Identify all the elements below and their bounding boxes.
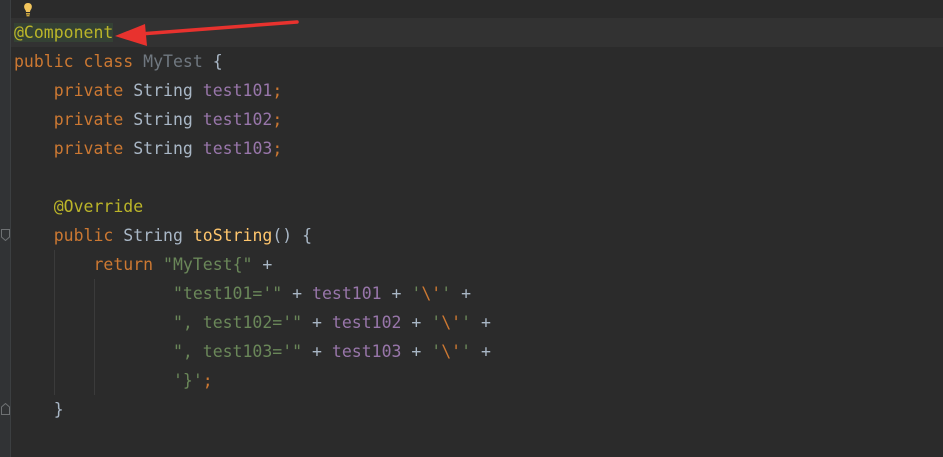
code-token: ", test102='" bbox=[172, 313, 303, 332]
fold-marker-icon[interactable] bbox=[1, 229, 10, 241]
code-token: String bbox=[113, 226, 193, 245]
code-line[interactable]: private String test102; bbox=[14, 105, 283, 134]
code-token: } bbox=[14, 400, 64, 419]
code-token: ", test103='" bbox=[172, 342, 303, 361]
code-line[interactable]: public String toString() { bbox=[14, 221, 312, 250]
code-token: test101 bbox=[202, 81, 273, 100]
code-token: + bbox=[401, 313, 432, 332]
code-token: + bbox=[401, 342, 432, 361]
code-token: test103 bbox=[331, 342, 402, 361]
code-token: + bbox=[451, 284, 472, 303]
code-token: String bbox=[123, 110, 203, 129]
code-token: ; bbox=[272, 81, 283, 100]
code-token: return bbox=[93, 255, 154, 274]
code-line[interactable]: @Component bbox=[14, 18, 114, 47]
code-token: + bbox=[381, 284, 412, 303]
code-token: ; bbox=[272, 110, 283, 129]
code-line[interactable]: ", test102='" + test102 + '\'' + bbox=[14, 308, 491, 337]
caret-line-highlight bbox=[11, 18, 943, 47]
code-token: + bbox=[282, 284, 313, 303]
code-token: ' bbox=[461, 313, 472, 332]
code-token: \' bbox=[441, 313, 462, 332]
code-token: + bbox=[471, 342, 491, 361]
code-line[interactable]: '}'; bbox=[14, 366, 213, 395]
code-token: public bbox=[14, 52, 74, 71]
code-token: String bbox=[123, 81, 203, 100]
code-token: class bbox=[83, 52, 134, 71]
code-token: ; bbox=[202, 371, 213, 390]
code-token: test101 bbox=[312, 284, 382, 303]
code-line[interactable]: return "MyTest{" + bbox=[14, 250, 272, 279]
code-token: toString bbox=[192, 226, 273, 245]
code-token: ' bbox=[441, 284, 452, 303]
code-token: { bbox=[202, 52, 223, 71]
code-token: test102 bbox=[331, 313, 402, 332]
code-token: test102 bbox=[202, 110, 273, 129]
code-token: \' bbox=[421, 284, 442, 303]
code-line[interactable]: ", test103='" + test103 + '\'' + bbox=[14, 337, 491, 366]
fold-marker-icon[interactable] bbox=[1, 403, 10, 415]
code-token: "MyTest{" bbox=[163, 255, 253, 274]
lightbulb-icon[interactable] bbox=[22, 2, 34, 18]
code-token: private bbox=[53, 110, 124, 129]
code-token: ' bbox=[431, 342, 442, 361]
code-token: + bbox=[252, 255, 273, 274]
code-token: ' bbox=[461, 342, 472, 361]
code-token: test103 bbox=[202, 139, 273, 158]
code-token: () { bbox=[272, 226, 313, 245]
code-token: "test101='" bbox=[172, 284, 283, 303]
code-line[interactable]: private String test101; bbox=[14, 76, 283, 105]
code-token: private bbox=[53, 139, 124, 158]
code-token: ; bbox=[272, 139, 283, 158]
code-line[interactable]: public class MyTest { bbox=[14, 47, 223, 76]
code-line[interactable]: @Override bbox=[14, 192, 143, 221]
code-line[interactable]: "test101='" + test101 + '\'' + bbox=[14, 279, 471, 308]
code-token: + bbox=[302, 313, 332, 332]
code-token: + bbox=[471, 313, 491, 332]
code-token: \' bbox=[441, 342, 462, 361]
code-token: private bbox=[53, 81, 124, 100]
code-token: MyTest bbox=[143, 52, 203, 71]
code-token: + bbox=[302, 342, 332, 361]
code-token: String bbox=[123, 139, 203, 158]
code-token: @Override bbox=[53, 197, 144, 216]
code-line[interactable]: private String test103; bbox=[14, 134, 283, 163]
code-token: public bbox=[53, 226, 114, 245]
code-line[interactable]: } bbox=[14, 395, 64, 424]
code-token: ' bbox=[431, 313, 442, 332]
code-token: @Component bbox=[14, 23, 114, 42]
code-token: '}' bbox=[172, 371, 203, 390]
code-token: ' bbox=[411, 284, 422, 303]
